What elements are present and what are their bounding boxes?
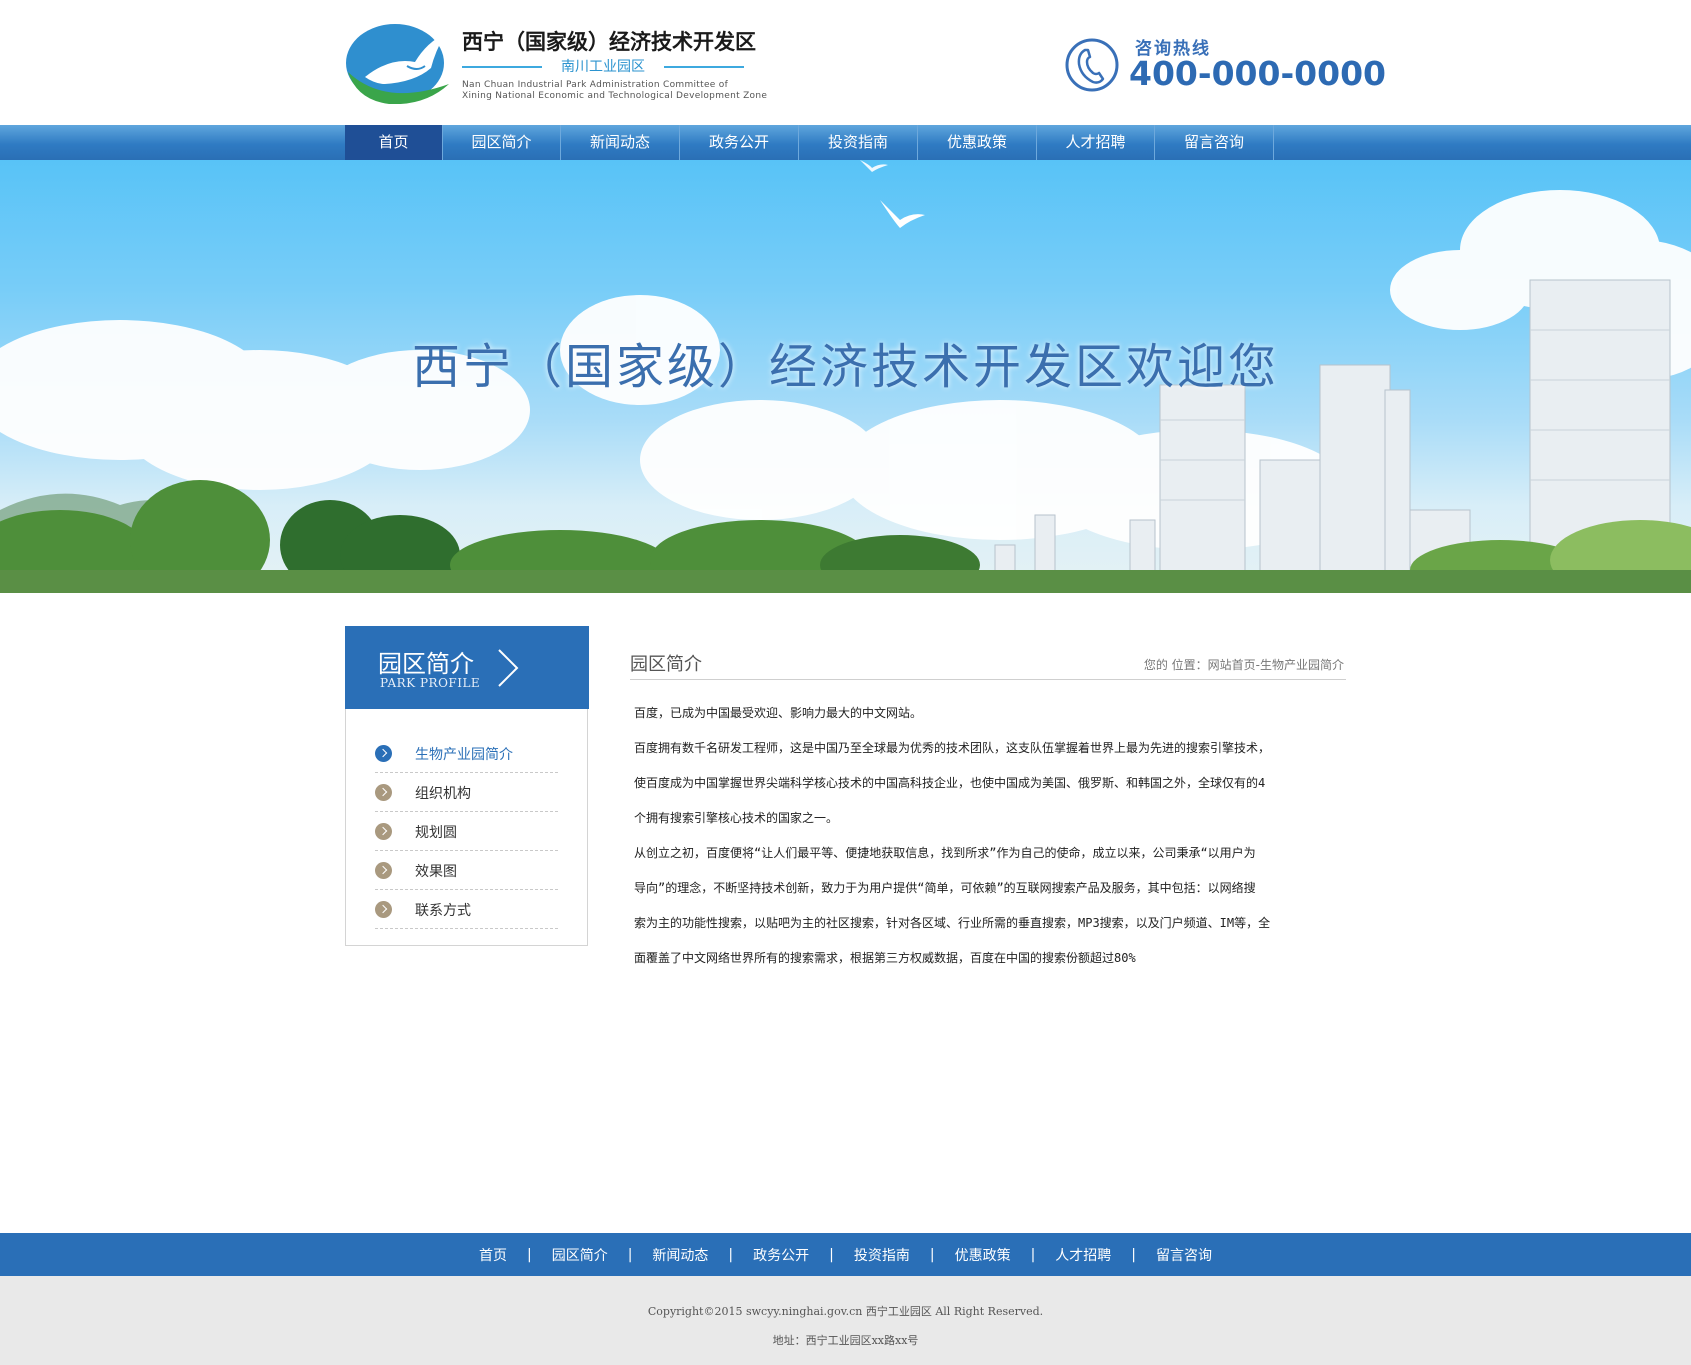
chevron-bullet-icon: [375, 784, 392, 801]
sidebar-menu-label: 生物产业园简介: [415, 747, 513, 763]
article-line: 百度，已成为中国最受欢迎、影响力最大的中文网站。: [634, 706, 923, 720]
footer-nav-item[interactable]: 政务公开: [753, 1245, 809, 1265]
chevron-bullet-icon: [375, 745, 392, 762]
article-line: 使百度成为中国掌握世界尖端科学核心技术的中国高科技企业，也使中国成为美国、俄罗斯…: [634, 776, 1266, 790]
sidebar-header: 园区简介 PARK PROFILE: [345, 626, 589, 709]
article-line: 导向”的理念，不断坚持技术创新，致力于为用户提供“简单，可依赖”的互联网搜索产品…: [634, 881, 1256, 895]
footer-nav-separator: |: [929, 1246, 935, 1263]
hero-banner: 西宁（国家级）经济技术开发区欢迎您: [0, 160, 1691, 593]
breadcrumb[interactable]: 您的 位置：网站首页-生物产业园简介: [1144, 656, 1344, 673]
chevron-bullet-icon: [375, 862, 392, 879]
logo-subtitle-row: 南川工业园区: [462, 56, 744, 78]
footer-nav-separator: |: [1131, 1246, 1137, 1263]
article-line: 面覆盖了中文网络世界所有的搜索需求，根据第三方权威数据，百度在中国的搜索份额超过…: [634, 951, 1136, 965]
sidebar-menu-item[interactable]: 联系方式: [375, 890, 558, 929]
logo-english-line-1: Nan Chuan Industrial Park Administration…: [462, 80, 729, 90]
footer-nav-separator: |: [526, 1246, 532, 1263]
sidebar-menu-item[interactable]: 生物产业园简介: [375, 734, 558, 773]
footer-nav-separator: |: [728, 1246, 734, 1263]
footer-nav-item[interactable]: 留言咨询: [1156, 1245, 1212, 1265]
sidebar-title-en: PARK PROFILE: [380, 676, 481, 690]
copyright: Copyright©2015 swcyy.ninghai.gov.cn 西宁工业…: [647, 1305, 1044, 1318]
footer-nav-item[interactable]: 新闻动态: [652, 1245, 708, 1265]
sidebar-menu-item[interactable]: 组织机构: [375, 773, 558, 812]
main-content: 园区简介 您的 位置：网站首页-生物产业园简介 百度，已成为中国最受欢迎、影响力…: [630, 640, 1346, 965]
logo-english-line-2: Xining National Economic and Technologic…: [462, 91, 768, 101]
article-body: 百度，已成为中国最受欢迎、影响力最大的中文网站。百度拥有数千名研发工程师，这是中…: [634, 696, 1334, 976]
content-header: 园区简介 您的 位置：网站首页-生物产业园简介: [630, 640, 1346, 680]
site-footer: Copyright©2015 swcyy.ninghai.gov.cn 西宁工业…: [0, 1276, 1691, 1365]
article-line: 从创立之初，百度便将“让人们最平等、便捷地获取信息，找到所求”作为自己的使命，成…: [634, 846, 1256, 860]
article-line: 索为主的功能性搜索，以贴吧为主的社区搜索，针对各区域、行业所需的垂直搜索，MP3…: [634, 916, 1271, 930]
page-title: 园区简介: [630, 654, 702, 675]
footer-nav-item[interactable]: 优惠政策: [955, 1245, 1011, 1265]
sidebar-menu-item[interactable]: 效果图: [375, 851, 558, 890]
article-line: 个拥有搜索引擎核心技术的国家之一。: [634, 811, 839, 825]
sidebar-menu-label: 效果图: [415, 864, 457, 880]
nav-item[interactable]: 新闻动态: [561, 125, 680, 160]
sidebar-menu-label: 联系方式: [415, 903, 471, 919]
footer-nav-item[interactable]: 人才招聘: [1055, 1245, 1111, 1265]
nav-item[interactable]: 优惠政策: [918, 125, 1037, 160]
footer-nav-separator: |: [1030, 1246, 1036, 1263]
phone-icon: [1065, 38, 1119, 92]
nav-item[interactable]: 留言咨询: [1155, 125, 1274, 160]
site-logo[interactable]: 西宁（国家级）经济技术开发区 南川工业园区 Nan Chuan Industri…: [345, 22, 767, 104]
footer-nav: 首页 | 园区简介 | 新闻动态 | 政务公开 | 投资指南 | 优惠政策 | 人才招聘 | 留言咨询: [0, 1233, 1691, 1276]
sidebar-menu-item[interactable]: 规划圆: [375, 812, 558, 851]
article-line: 百度拥有数千名研发工程师，这是中国乃至全球最为优秀的技术团队，这支队伍掌握着世界…: [634, 741, 1271, 755]
nav-item[interactable]: 政务公开: [680, 125, 799, 160]
footer-nav-item[interactable]: 首页: [479, 1245, 507, 1265]
sidebar-menu: 生物产业园简介 组织机构规划圆效果图联系方式: [375, 734, 558, 929]
banner-title: 西宁（国家级）经济技术开发区欢迎您: [411, 339, 1279, 395]
main-nav-list: 首页 园区简介 新闻动态 政务公开 投资指南 优惠政策 人才招聘 留言咨询: [345, 125, 1345, 160]
footer-nav-list: 首页 | 园区简介 | 新闻动态 | 政务公开 | 投资指南 | 优惠政策 | 人才招聘 | 留言咨询: [0, 1233, 1691, 1276]
chevron-right-icon: [498, 649, 519, 687]
footer-nav-separator: |: [829, 1246, 834, 1263]
footer-nav-item[interactable]: 园区简介: [552, 1245, 608, 1265]
logo-bird-emblem: [346, 24, 449, 104]
nav-item[interactable]: 投资指南: [799, 125, 918, 160]
chevron-bullet-icon: [375, 901, 392, 918]
logo-title: 西宁（国家级）经济技术开发区: [462, 29, 756, 54]
main-nav: 首页 园区简介 新闻动态 政务公开 投资指南 优惠政策 人才招聘 留言咨询: [0, 125, 1691, 160]
chevron-bullet-icon: [375, 823, 392, 840]
sidebar-menu-label: 规划圆: [415, 825, 457, 841]
footer-nav-item[interactable]: 投资指南: [854, 1245, 910, 1265]
sidebar-menu-label: 组织机构: [415, 786, 471, 802]
nav-item[interactable]: 首页: [345, 125, 443, 160]
footer-nav-separator: |: [627, 1246, 633, 1263]
sidebar-title: 园区简介: [378, 650, 474, 678]
hotline-number[interactable]: 400-000-0000: [1129, 54, 1386, 93]
site-header: 西宁（国家级）经济技术开发区 南川工业园区 Nan Chuan Industri…: [0, 0, 1691, 125]
sidebar: 园区简介 PARK PROFILE 生物产业园简介 组织机构规划圆效果图联系方式: [345, 626, 589, 946]
hotline: 咨询热线 400-000-0000: [1063, 32, 1386, 93]
nav-item[interactable]: 人才招聘: [1037, 125, 1155, 160]
logo-subtitle-rule-right: [664, 66, 744, 68]
address: 地址：西宁工业园区xx路xx号: [772, 1334, 919, 1347]
nav-item[interactable]: 园区简介: [443, 125, 561, 160]
